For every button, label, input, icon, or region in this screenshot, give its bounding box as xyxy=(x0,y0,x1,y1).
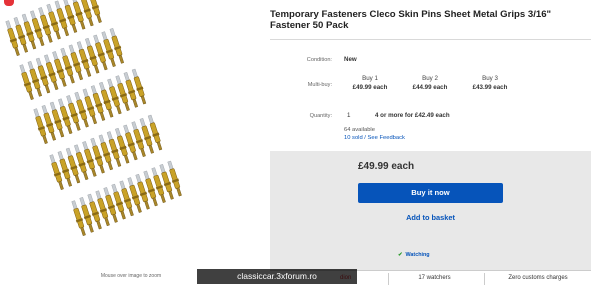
tier-qty: Buy 1 xyxy=(362,75,378,82)
condition-label: Condition: xyxy=(306,57,332,63)
tier-qty: Buy 3 xyxy=(482,75,498,82)
divider xyxy=(270,39,591,40)
quantity-label: Quantity: xyxy=(309,113,332,119)
check-icon: ✔ xyxy=(398,252,403,258)
tier-buy-3[interactable]: Buy 3 £43.99 each xyxy=(460,74,520,92)
quantity-input[interactable]: 1 xyxy=(347,112,350,119)
available-count: 64 available xyxy=(344,127,375,133)
listing-title: Temporary Fasteners Cleco Skin Pins Shee… xyxy=(270,9,552,31)
buy-box: £49.99 each Buy it now Add to basket ✔ Wa… xyxy=(270,151,591,285)
tier-qty: Buy 2 xyxy=(422,75,438,82)
sold-feedback-link[interactable]: 10 sold / See Feedback xyxy=(344,135,405,141)
strip-cell: 17 watchers xyxy=(388,273,480,285)
strip-cell: Zero customs charges xyxy=(484,273,591,285)
watching-label: Watching xyxy=(405,252,430,258)
quantity-offer: 4 or more for £42.49 each xyxy=(375,112,450,119)
tier-price: £43.99 each xyxy=(472,84,508,91)
buy-now-button[interactable]: Buy it now xyxy=(358,183,503,203)
tier-price: £49.99 each xyxy=(352,84,388,91)
product-image[interactable] xyxy=(0,0,262,272)
image-panel: Mouse over image to zoom xyxy=(0,0,262,284)
add-to-basket-button[interactable]: Add to basket xyxy=(358,213,503,222)
tier-buy-1[interactable]: Buy 1 £49.99 each xyxy=(340,74,400,92)
tier-price: £44.99 each xyxy=(412,84,448,91)
price: £49.99 each xyxy=(358,161,415,172)
condition-value: New xyxy=(344,56,357,63)
watching-link[interactable]: ✔ Watching xyxy=(398,252,430,258)
tier-buy-2[interactable]: Buy 2 £44.99 each xyxy=(400,74,460,92)
multibuy-label: Multi-buy: xyxy=(307,82,332,88)
watermark: classiccar.3xforum.ro xyxy=(197,269,357,284)
listing-panel: Temporary Fasteners Cleco Skin Pins Shee… xyxy=(270,0,591,285)
